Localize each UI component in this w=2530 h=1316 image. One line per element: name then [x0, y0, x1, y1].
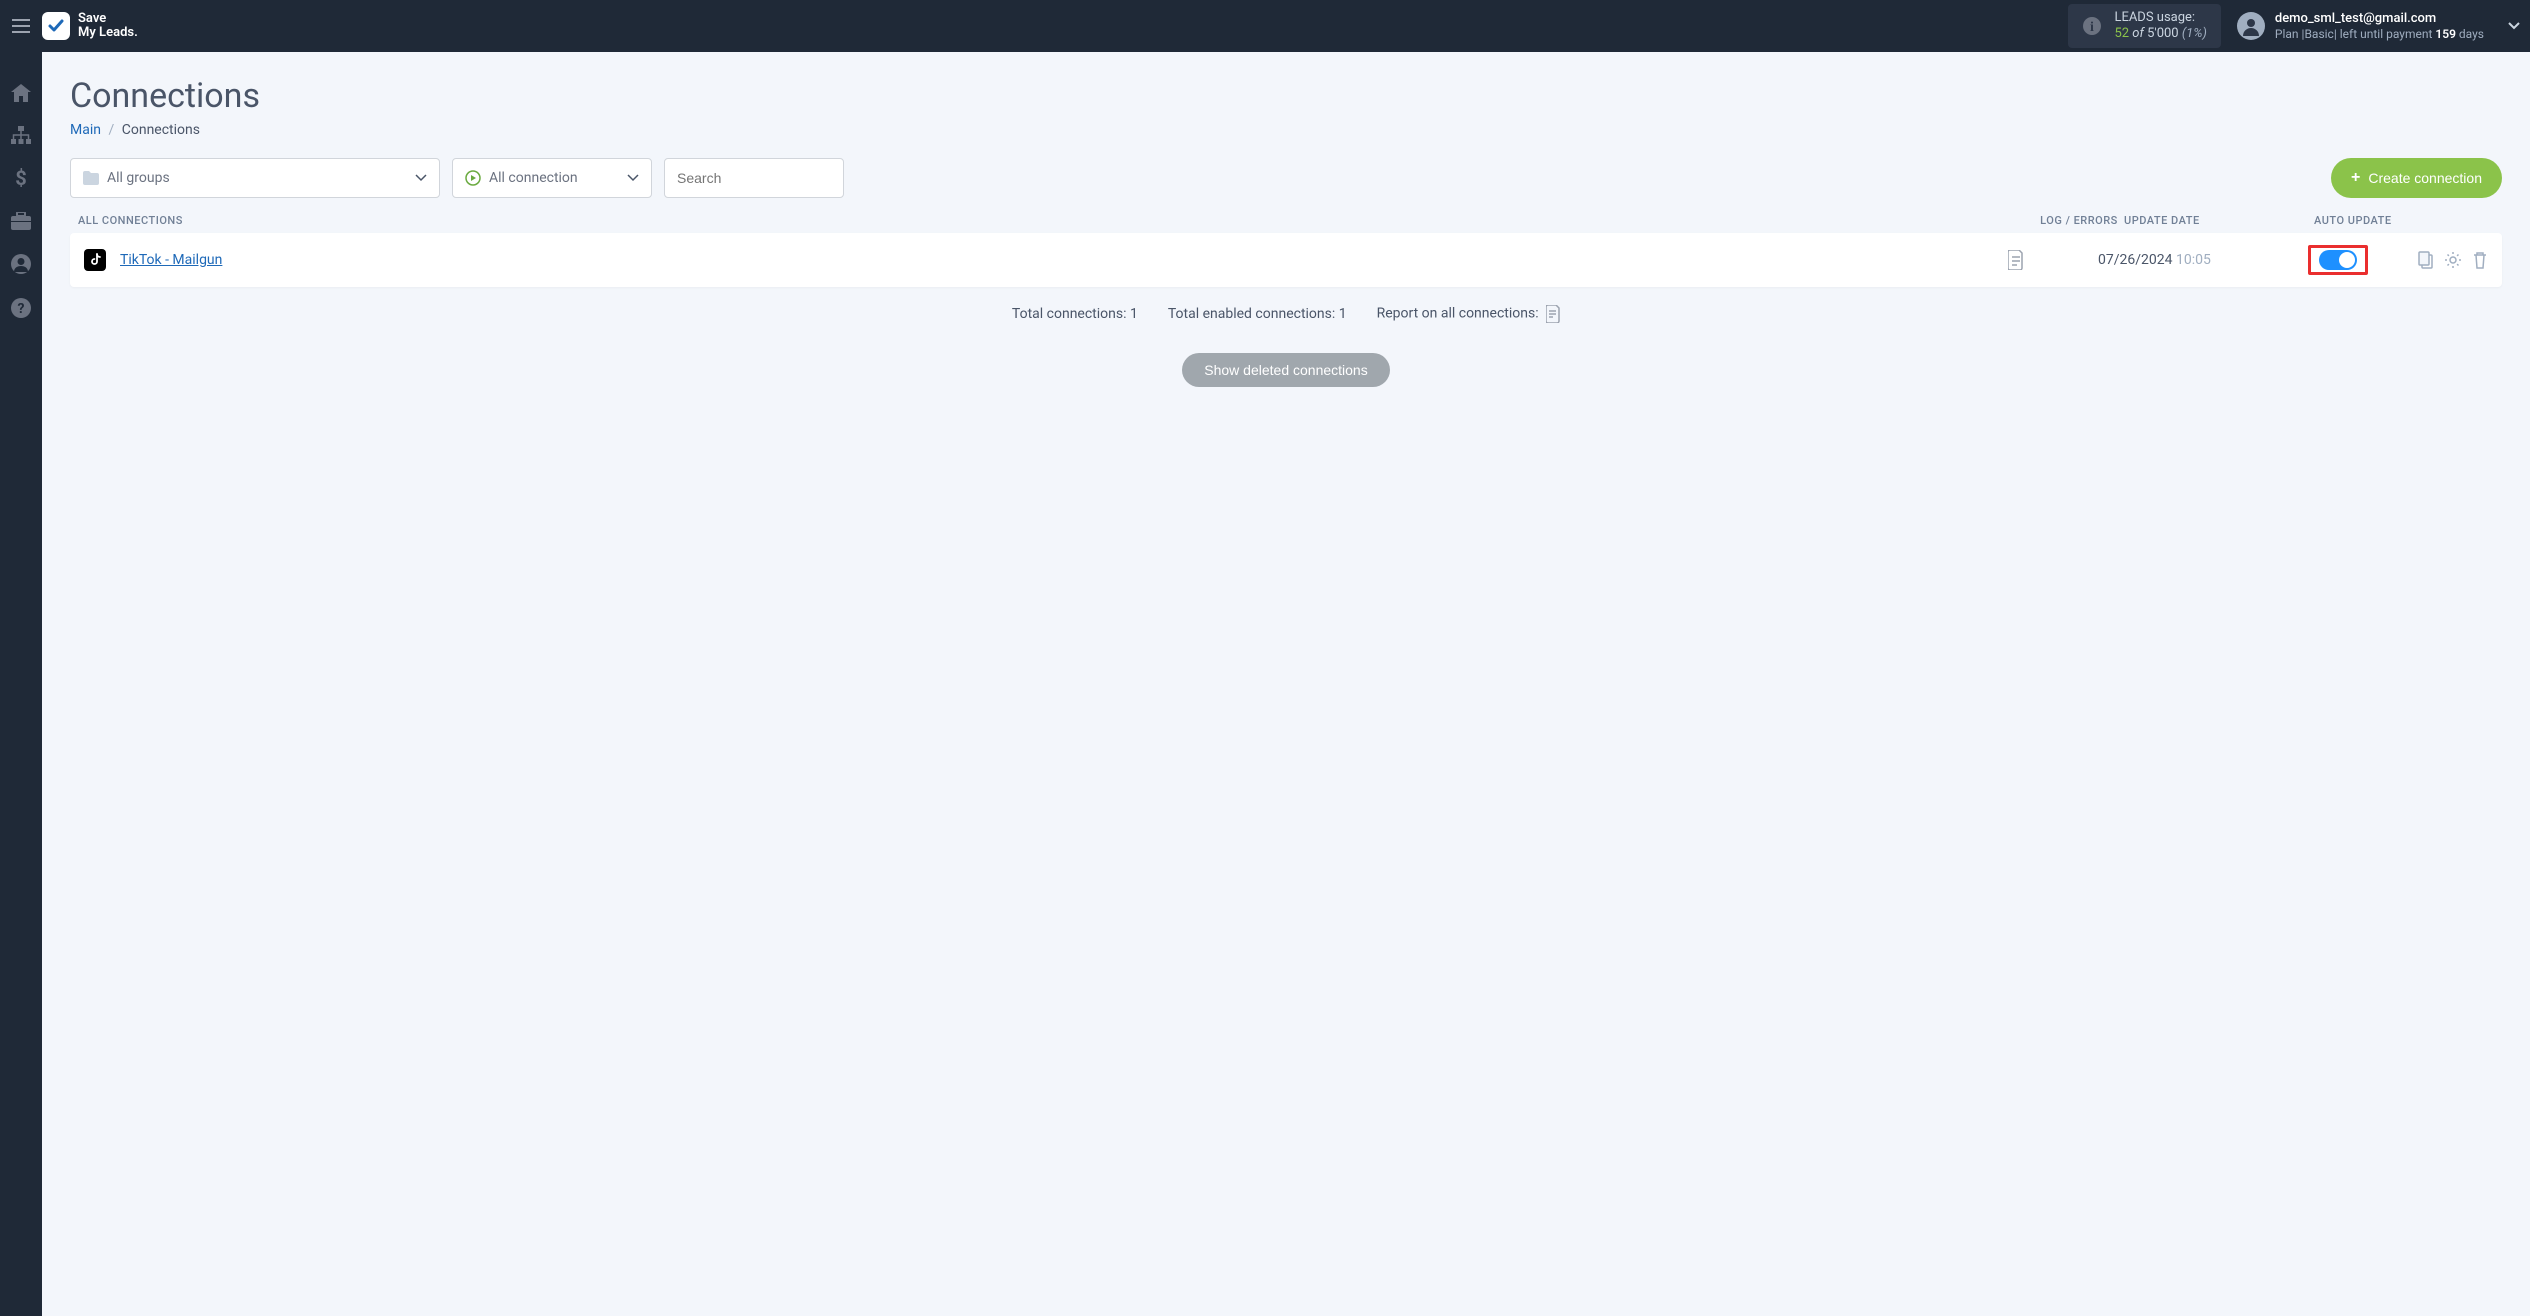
page-title: Connections	[70, 76, 2502, 116]
usage-text: LEADS usage: 52 of 5'000 (1%)	[2114, 10, 2206, 41]
play-circle-icon	[465, 170, 481, 186]
info-icon: i	[2082, 16, 2102, 36]
col-name-header: ALL CONNECTIONS	[78, 214, 2034, 227]
account-caret-icon[interactable]	[2508, 22, 2520, 30]
sitemap-icon[interactable]	[11, 126, 31, 144]
col-date-header: UPDATE DATE	[2124, 214, 2254, 227]
home-icon[interactable]	[11, 84, 31, 102]
svg-text:i: i	[2090, 20, 2094, 35]
auto-update-toggle[interactable]	[2319, 250, 2357, 270]
auto-update-highlight	[2308, 245, 2368, 275]
avatar-icon	[2237, 12, 2265, 40]
filter-row: All groups All connection + Create conne…	[70, 158, 2502, 198]
create-connection-button[interactable]: + Create connection	[2331, 158, 2502, 198]
report-icon[interactable]	[1546, 306, 1560, 322]
breadcrumb: Main / Connections	[70, 122, 2502, 138]
show-deleted-button[interactable]: Show deleted connections	[1182, 353, 1389, 387]
enabled-connections: Total enabled connections: 1	[1168, 306, 1347, 322]
col-log-header: LOG / ERRORS	[2034, 214, 2124, 227]
account-menu[interactable]: demo_sml_test@gmail.com Plan |Basic| lef…	[2237, 11, 2484, 41]
breadcrumb-main-link[interactable]: Main	[70, 122, 101, 138]
dollar-icon[interactable]: $	[15, 168, 27, 188]
sidebar: $ ?	[0, 52, 42, 1316]
svg-text:$: $	[15, 168, 26, 188]
summary-row: Total connections: 1 Total enabled conne…	[70, 305, 2502, 323]
row-actions	[2418, 251, 2488, 269]
trash-icon[interactable]	[2472, 251, 2488, 269]
brand-logo[interactable]: Save My Leads.	[42, 12, 138, 41]
status-label: All connection	[489, 170, 578, 186]
status-dropdown[interactable]: All connection	[452, 158, 652, 198]
search-input[interactable]	[677, 170, 831, 186]
leads-usage-box[interactable]: i LEADS usage: 52 of 5'000 (1%)	[2068, 4, 2220, 47]
gear-icon[interactable]	[2444, 251, 2462, 269]
col-auto-header: AUTO UPDATE	[2314, 214, 2494, 227]
connection-name-link[interactable]: TikTok - Mailgun	[120, 252, 2008, 268]
logo-mark-icon	[42, 12, 70, 40]
chevron-down-icon	[415, 174, 427, 182]
breadcrumb-current: Connections	[122, 122, 200, 138]
topbar: Save My Leads. i LEADS usage: 52 of 5'00…	[0, 0, 2530, 52]
tiktok-icon	[84, 249, 106, 271]
folder-icon	[83, 171, 99, 185]
help-icon[interactable]: ?	[11, 298, 31, 318]
search-input-wrap	[664, 158, 844, 198]
groups-dropdown[interactable]: All groups	[70, 158, 440, 198]
chevron-down-icon	[627, 174, 639, 182]
update-date: 07/26/2024 10:05	[2098, 252, 2258, 268]
briefcase-icon[interactable]	[11, 212, 31, 230]
copy-icon[interactable]	[2418, 251, 2434, 269]
menu-toggle-icon[interactable]	[0, 19, 42, 33]
columns-header: ALL CONNECTIONS LOG / ERRORS UPDATE DATE…	[70, 214, 2502, 227]
plus-icon: +	[2351, 169, 2360, 187]
brand-text: Save My Leads.	[78, 12, 138, 41]
user-icon[interactable]	[11, 254, 31, 274]
log-button[interactable]	[2008, 250, 2098, 270]
connection-row: TikTok - Mailgun 07/26/2024 10:05	[70, 233, 2502, 287]
svg-text:?: ?	[18, 301, 25, 317]
main-content: Connections Main / Connections All group…	[42, 52, 2530, 411]
groups-label: All groups	[107, 170, 170, 186]
total-connections: Total connections: 1	[1012, 306, 1138, 322]
account-text: demo_sml_test@gmail.com Plan |Basic| lef…	[2275, 11, 2484, 41]
create-label: Create connection	[2368, 170, 2482, 186]
report-all: Report on all connections:	[1377, 305, 1560, 323]
